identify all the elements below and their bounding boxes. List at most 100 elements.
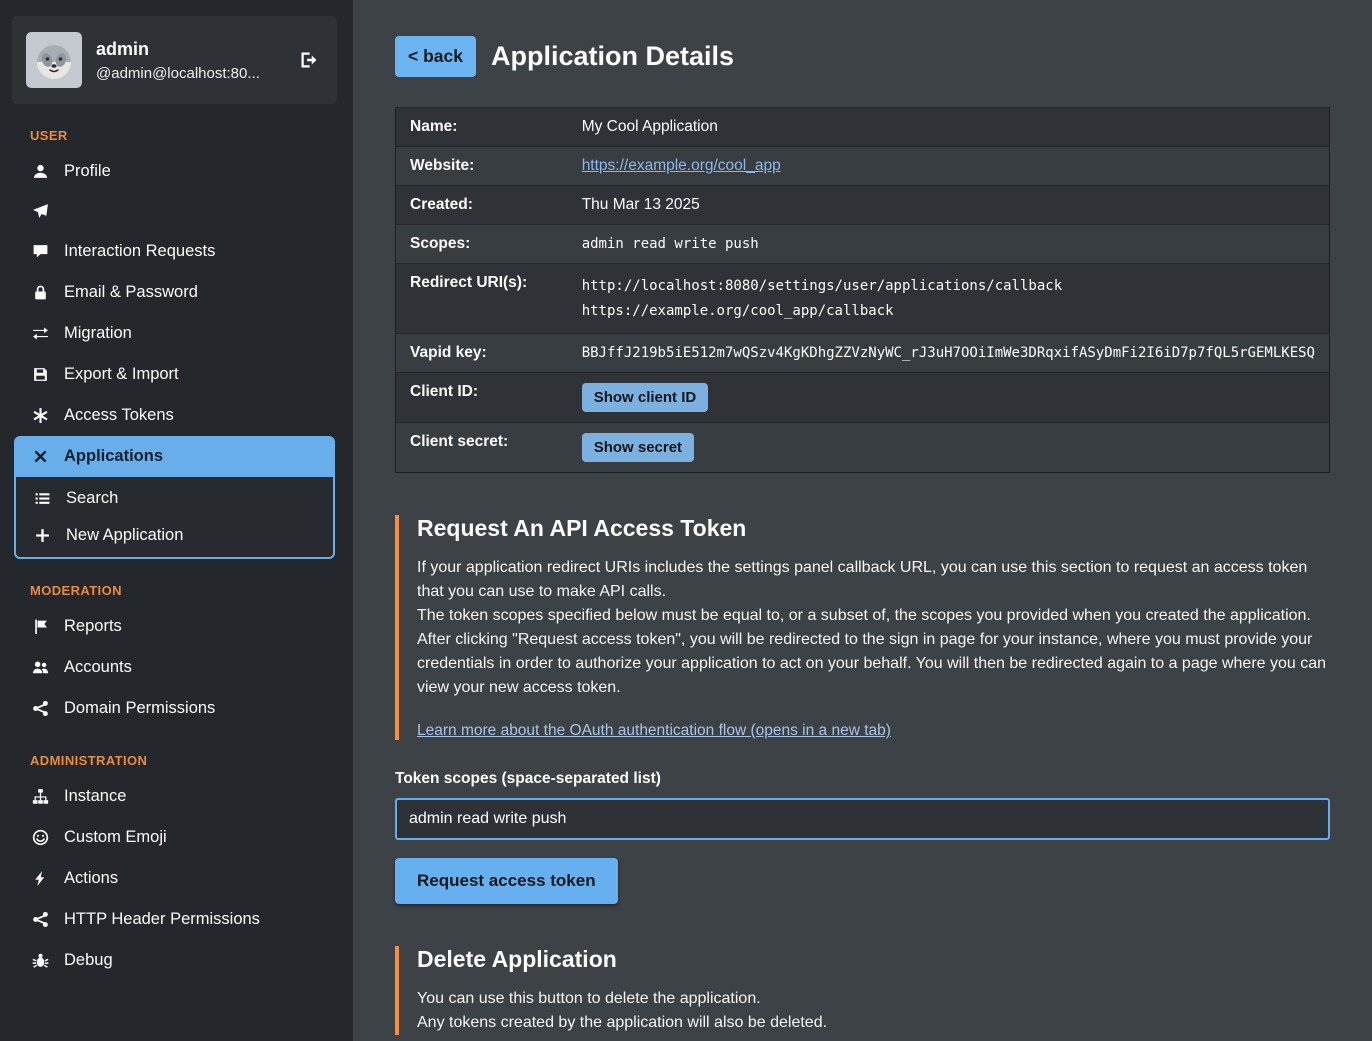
sidebar-item-label: Export & Import [64,365,179,384]
users-icon [30,659,50,676]
row-label: Client secret: [396,423,568,473]
applications-block: Applications Search New Application [14,436,335,559]
token-scopes-label: Token scopes (space-separated list) [395,770,1330,788]
application-details-table: Name: My Cool Application Website: https… [395,107,1330,473]
token-request-form: Token scopes (space-separated list) Requ… [395,770,1330,904]
redirect-uri-line: https://example.org/cool_app/callback [582,299,1315,324]
section-paragraph: If your application redirect URIs includ… [417,556,1330,604]
logout-button[interactable] [295,46,323,74]
row-label: Vapid key: [396,334,568,373]
paper-plane-icon [30,203,50,220]
request-access-token-button[interactable]: Request access token [395,858,618,904]
section-label-administration: ADMINISTRATION [30,753,331,768]
user-card: admin @admin@localhost:80... [12,16,337,104]
row-value: http://localhost:8080/settings/user/appl… [568,264,1330,334]
share-nodes-icon [30,911,50,928]
applications-submenu: Search New Application [14,477,335,559]
row-value: Thu Mar 13 2025 [568,186,1330,225]
sidebar-item-actions[interactable]: Actions [12,858,337,899]
username: admin [96,39,281,60]
table-row-client-id: Client ID: Show client ID [396,373,1330,423]
exchange-arrows-icon [30,325,50,342]
sign-out-icon [299,50,319,70]
table-row-website: Website: https://example.org/cool_app [396,147,1330,186]
sidebar-item-label: Accounts [64,658,132,677]
sidebar-item-email-password[interactable]: Email & Password [12,272,337,313]
sidebar-item-label: Actions [64,869,118,888]
show-client-id-button[interactable]: Show client ID [582,383,709,412]
floppy-disk-icon [30,366,50,383]
sidebar-item-label: Profile [64,162,111,181]
sidebar-item-label: Interaction Requests [64,242,215,261]
row-value: Show client ID [568,373,1330,423]
sidebar-nav: USER Profile Posts Interaction Requests … [12,128,337,981]
sidebar-item-search[interactable]: Search [16,480,333,517]
sidebar-item-debug[interactable]: Debug [12,940,337,981]
user-icon [30,163,50,180]
sidebar-item-domain-permissions[interactable]: Domain Permissions [12,688,337,729]
share-nodes-icon [30,700,50,717]
sidebar: admin @admin@localhost:80... USER Profil… [0,0,353,1041]
list-icon [32,490,52,507]
sidebar-item-new-application[interactable]: New Application [16,517,333,554]
sidebar-item-posts[interactable]: Posts [12,192,337,231]
table-row-created: Created: Thu Mar 13 2025 [396,186,1330,225]
sidebar-item-label: Email & Password [64,283,198,302]
sidebar-item-label: Domain Permissions [64,699,215,718]
section-paragraph: The token scopes specified below must be… [417,604,1330,628]
row-label: Scopes: [396,225,568,264]
tools-icon [30,448,50,465]
website-link[interactable]: https://example.org/cool_app [582,157,781,174]
sidebar-item-accounts[interactable]: Accounts [12,647,337,688]
user-info: admin @admin@localhost:80... [96,39,281,82]
sidebar-item-label: New Application [66,526,183,545]
plus-icon [32,527,52,544]
row-value: My Cool Application [568,108,1330,147]
table-row-name: Name: My Cool Application [396,108,1330,147]
table-row-vapid-key: Vapid key: BBJffJ219b5iE512m7wQSzv4KgKDh… [396,334,1330,373]
sidebar-item-export-import[interactable]: Export & Import [12,354,337,395]
row-label: Name: [396,108,568,147]
sidebar-item-label: Migration [64,324,132,343]
oauth-docs-link[interactable]: Learn more about the OAuth authenticatio… [417,722,891,740]
sidebar-item-custom-emoji[interactable]: Custom Emoji [12,817,337,858]
show-secret-button[interactable]: Show secret [582,433,694,462]
table-row-scopes: Scopes: admin read write push [396,225,1330,264]
sidebar-item-label: Reports [64,617,122,636]
row-value: https://example.org/cool_app [568,147,1330,186]
sidebar-item-applications[interactable]: Applications [14,436,335,477]
sidebar-item-label: Applications [64,447,163,466]
section-title: Delete Application [417,946,1330,973]
row-label: Website: [396,147,568,186]
page-header: < back Application Details [395,36,1330,77]
row-value: Show secret [568,423,1330,473]
sidebar-item-migration[interactable]: Migration [12,313,337,354]
section-label-moderation: MODERATION [30,583,331,598]
avatar [26,32,82,88]
sidebar-item-instance[interactable]: Instance [12,776,337,817]
back-button[interactable]: < back [395,36,476,77]
page-title: Application Details [491,41,734,72]
sidebar-item-http-header-permissions[interactable]: HTTP Header Permissions [12,899,337,940]
section-label-user: USER [30,128,331,143]
bug-icon [30,952,50,969]
user-handle: @admin@localhost:80... [96,65,281,82]
token-scopes-input[interactable] [395,798,1330,840]
row-value: admin read write push [568,225,1330,264]
sidebar-item-access-tokens[interactable]: Access Tokens [12,395,337,436]
sidebar-item-label: Custom Emoji [64,828,167,847]
asterisk-icon [30,407,50,424]
table-row-client-secret: Client secret: Show secret [396,423,1330,473]
main-content: < back Application Details Name: My Cool… [353,0,1372,1041]
sloth-avatar-image [26,32,82,88]
request-token-section: Request An API Access Token If your appl… [395,515,1330,740]
delete-application-section: Delete Application You can use this butt… [395,946,1330,1035]
redirect-uri-line: http://localhost:8080/settings/user/appl… [582,274,1315,299]
section-title: Request An API Access Token [417,515,1330,542]
sidebar-item-label: Instance [64,787,126,806]
sidebar-item-interaction-requests[interactable]: Interaction Requests [12,231,337,272]
sidebar-item-reports[interactable]: Reports [12,606,337,647]
flag-icon [30,618,50,635]
sidebar-item-profile[interactable]: Profile [12,151,337,192]
row-value: BBJffJ219b5iE512m7wQSzv4KgKDhgZZVzNyWC_r… [568,334,1330,373]
